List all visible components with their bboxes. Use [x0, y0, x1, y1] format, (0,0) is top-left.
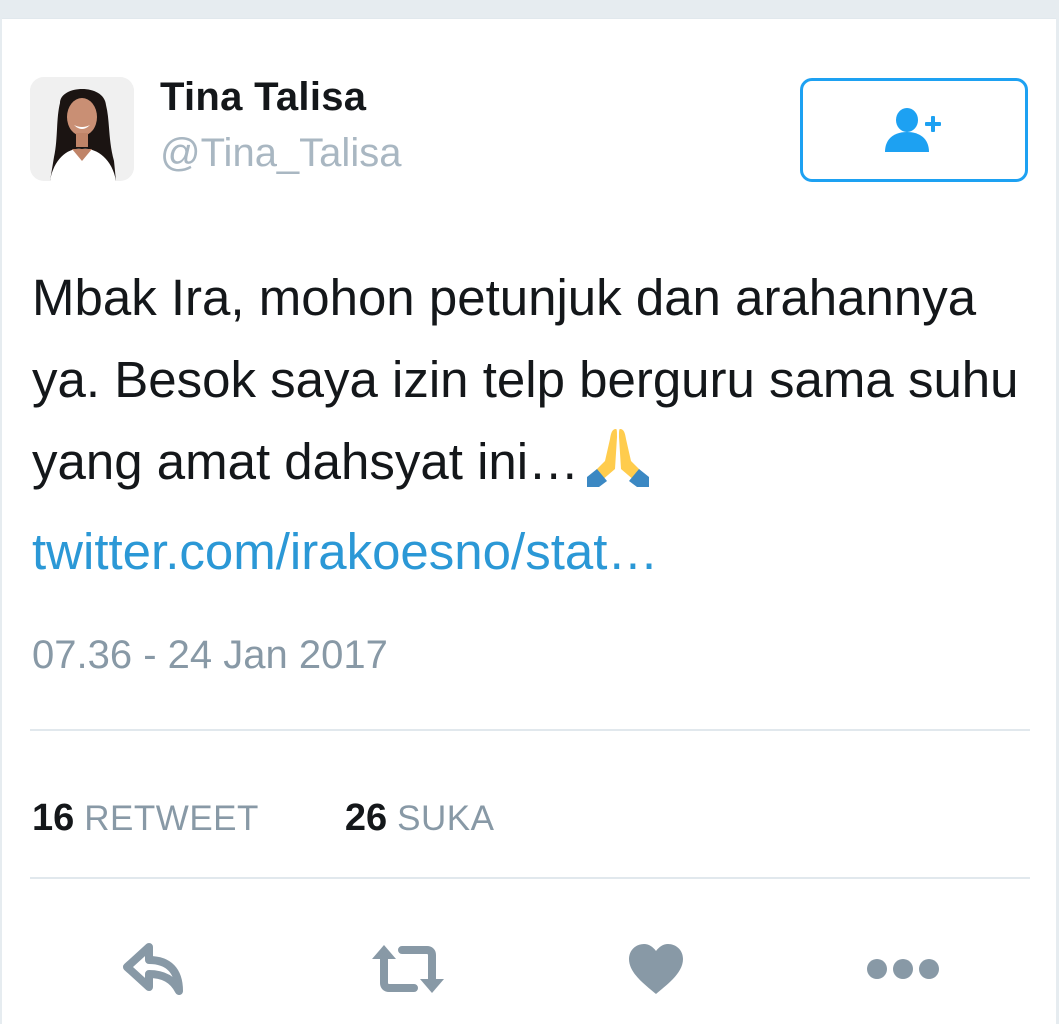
tweet-card: Tina Talisa @Tina_Talisa Mbak Ira, mohon… [2, 18, 1056, 1024]
divider [30, 729, 1030, 731]
more-icon [867, 959, 939, 979]
reply-button[interactable] [120, 931, 190, 1007]
display-name[interactable]: Tina Talisa [160, 75, 366, 120]
tweet-timestamp[interactable]: 07.36 - 24 Jan 2017 [32, 633, 388, 678]
screen-name[interactable]: @Tina_Talisa [160, 131, 401, 176]
tweet-text: Mbak Ira, mohon petunjuk dan arahannya y… [32, 257, 1032, 593]
follow-button[interactable] [800, 78, 1028, 182]
like-button[interactable] [624, 931, 688, 1007]
like-count: 26 [344, 797, 388, 839]
tweet-body: Mbak Ira, mohon petunjuk dan arahannya y… [32, 269, 1019, 490]
folded-hands-emoji [585, 427, 651, 511]
retweet-label: RETWEET [84, 799, 259, 838]
follow-user-icon [885, 108, 941, 152]
retweet-stat[interactable]: 16 RETWEET [32, 797, 259, 840]
retweet-count: 16 [32, 797, 75, 839]
heart-icon [629, 944, 683, 994]
tweet-link[interactable]: twitter.com/irakoesno/stat… [32, 523, 658, 580]
like-stat[interactable]: 26 SUKA [345, 797, 495, 840]
more-button[interactable] [864, 931, 942, 1007]
avatar[interactable] [30, 77, 134, 181]
divider [30, 877, 1030, 879]
tweet-stats: 16 RETWEET 26 SUKA [32, 797, 494, 840]
avatar-image [30, 77, 134, 181]
retweet-icon [372, 945, 444, 993]
reply-icon [123, 943, 183, 995]
like-label: SUKA [397, 799, 495, 838]
retweet-button[interactable] [366, 931, 450, 1007]
